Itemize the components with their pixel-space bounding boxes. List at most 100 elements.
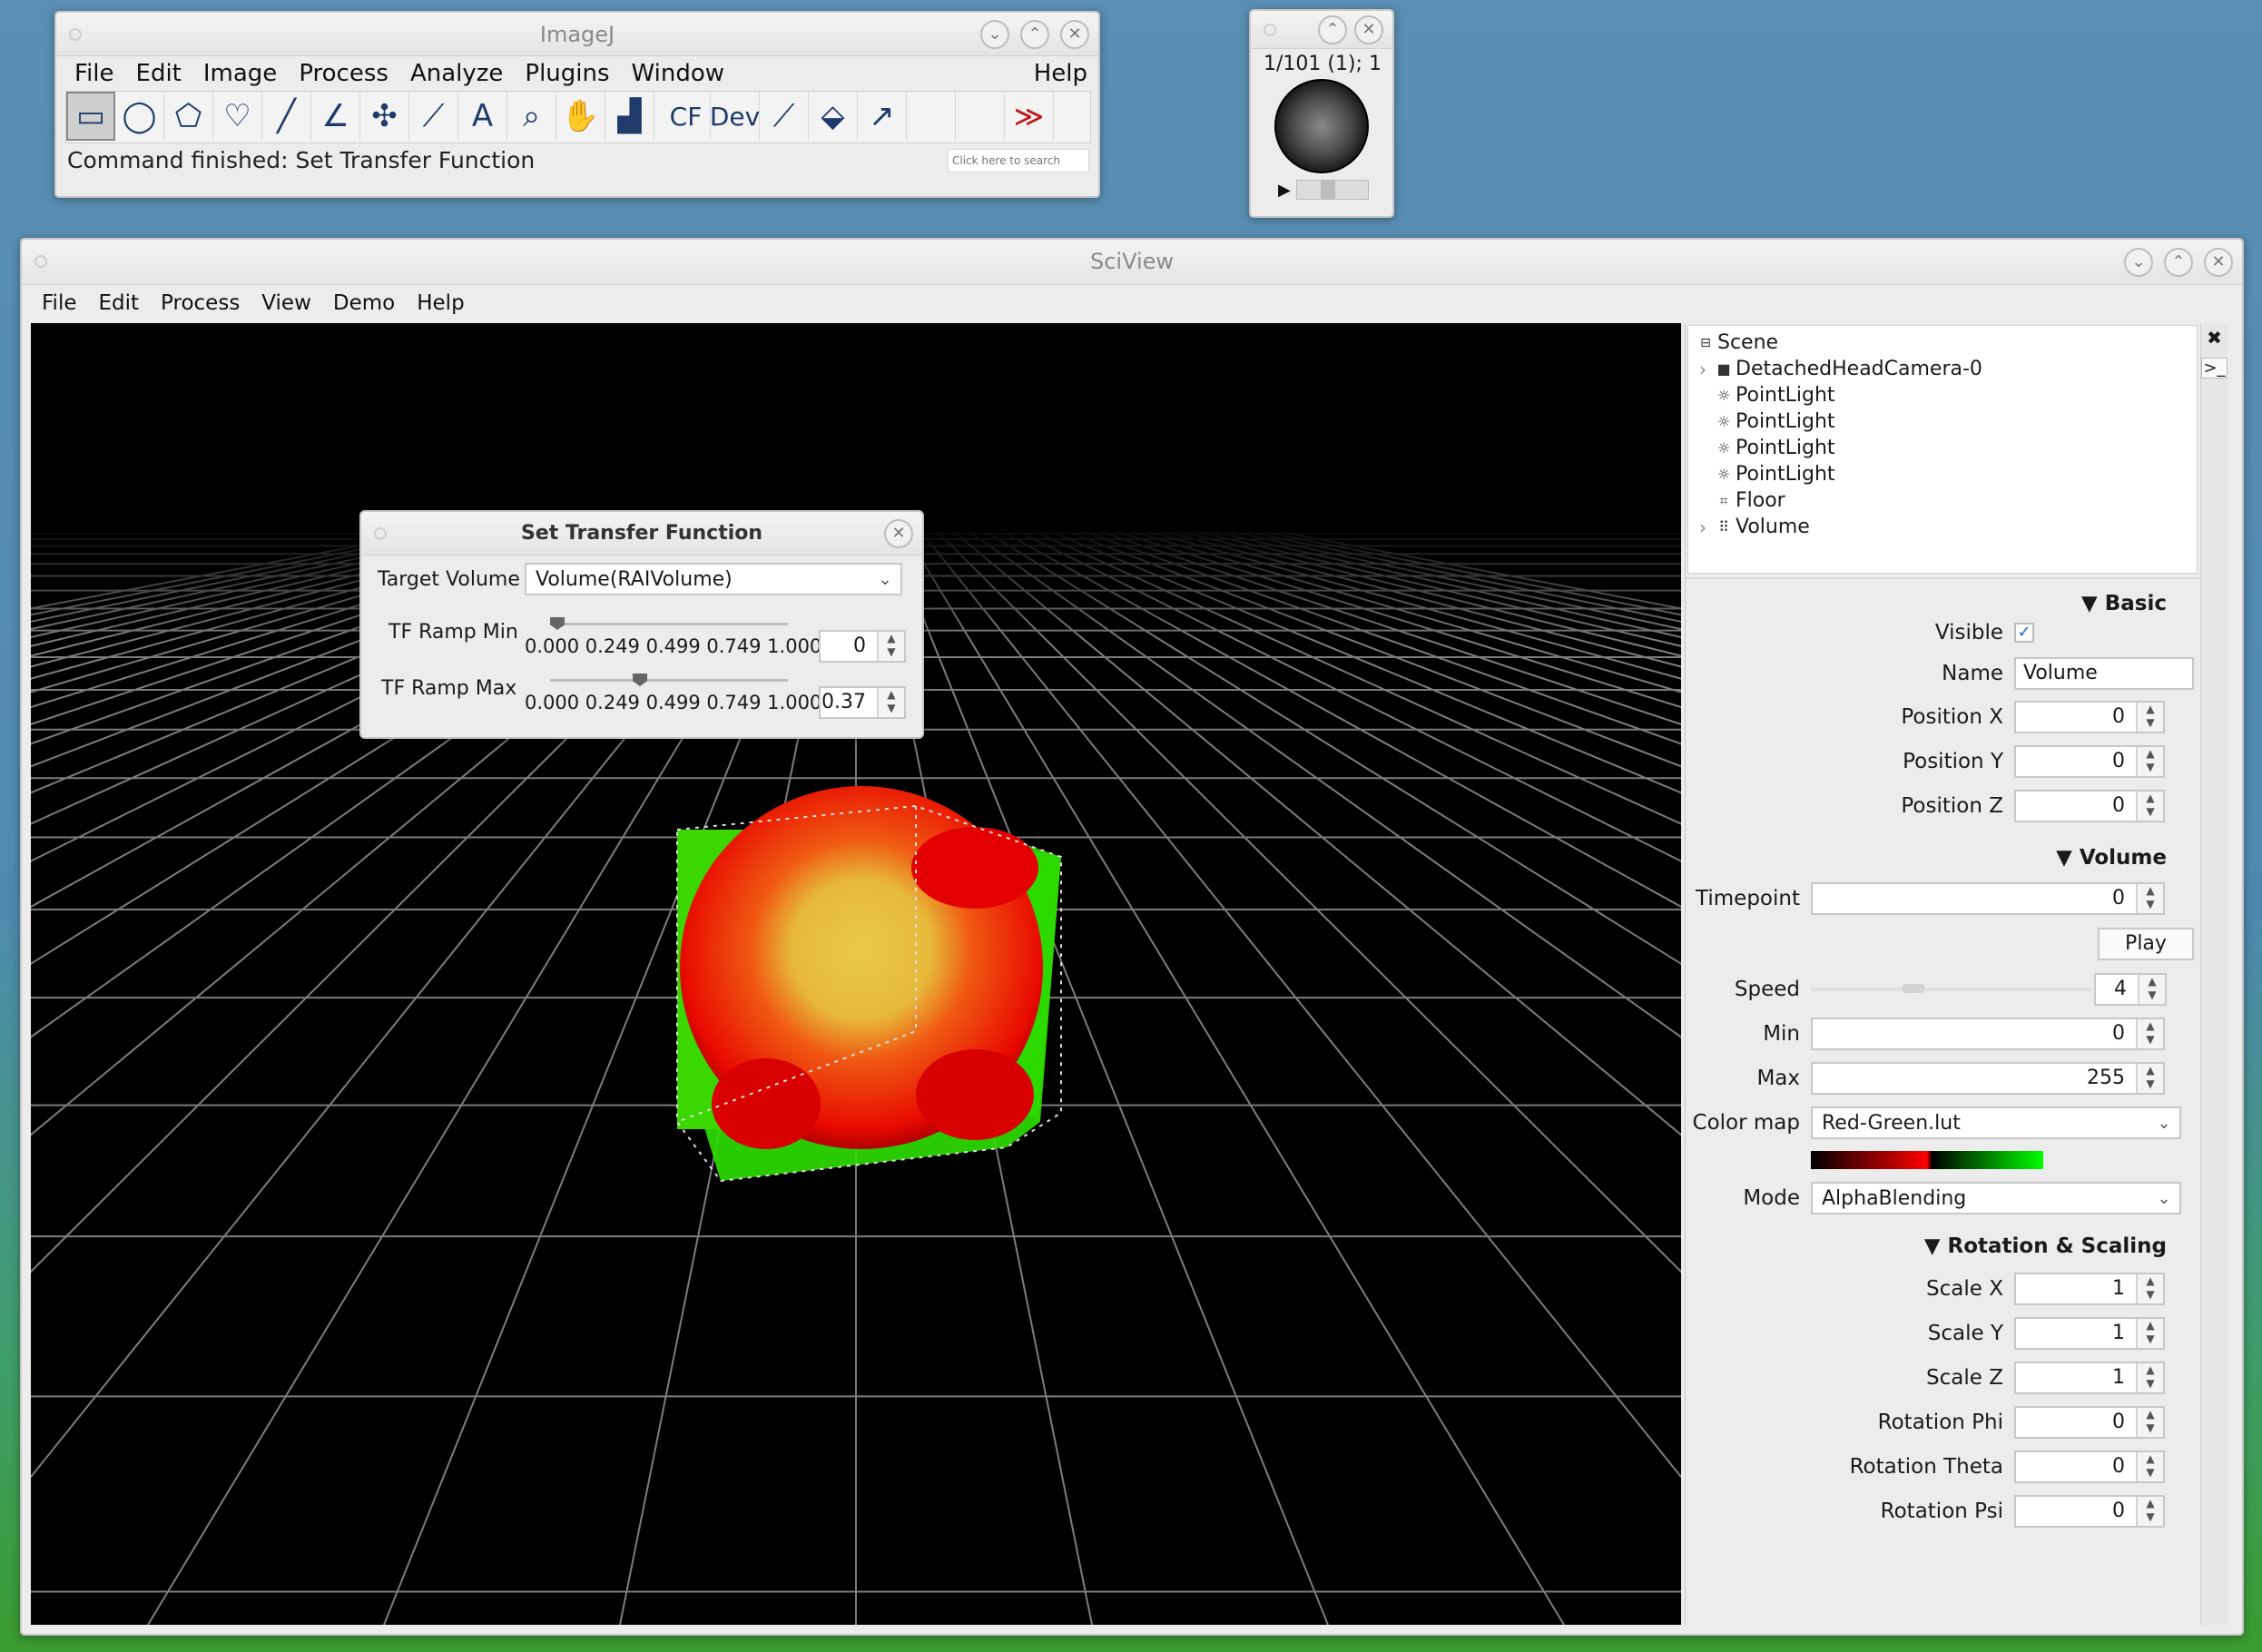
prop-spinner[interactable]: 1 ▲ ▼ [2014,1317,2165,1350]
min-value[interactable]: 0 [1813,1019,2136,1048]
expand-icon[interactable]: › [1694,516,1712,538]
imagej-search-input[interactable] [948,149,1089,172]
window-menu-dot[interactable] [1264,24,1276,36]
stack-slider[interactable]: ▶ [1278,179,1369,201]
spinner-arrows-icon[interactable]: ▲ ▼ [877,688,904,717]
tree-node[interactable]: ☼ PointLight [1694,461,2197,487]
spinner-arrows-icon[interactable]: ▲ ▼ [2136,884,2163,913]
maximize-icon[interactable]: ⌃ [1318,15,1347,44]
collapse-icon[interactable]: ⊟ [1694,336,1717,350]
play-icon[interactable]: ▶ [1278,181,1291,200]
stack-titlebar[interactable]: ⌃ ✕ [1251,11,1392,49]
max-spinner[interactable]: 255 ▲ ▼ [1811,1062,2165,1095]
spinner-arrows-icon[interactable]: ▲ ▼ [2136,703,2163,732]
spinner-arrows-icon[interactable]: ▲ ▼ [2136,1319,2163,1348]
prop-spinner[interactable]: 1 ▲ ▼ [2014,1273,2165,1305]
close-icon[interactable]: ✕ [884,519,913,548]
speed-slider[interactable] [1811,973,2092,1006]
tree-node[interactable]: ☼ PointLight [1694,382,2197,408]
spinner-arrows-icon[interactable]: ▲ ▼ [2136,1019,2163,1048]
spinner-arrows-icon[interactable]: ▲ ▼ [2136,1064,2163,1093]
menu-process[interactable]: Process [288,60,399,87]
prop-value[interactable]: 1 [2016,1363,2136,1392]
window-menu-dot[interactable] [374,527,387,540]
prop-spinner[interactable]: 0 ▲ ▼ [2014,1495,2165,1528]
prop-spinner[interactable]: 0 ▲ ▼ [2014,790,2165,822]
imagej-titlebar[interactable]: ImageJ ⌄ ⌃ ✕ [56,13,1098,56]
window-menu-dot[interactable] [34,255,47,268]
ramp-min-spinner[interactable]: 0 ▲ ▼ [819,630,906,663]
cf-tool-icon[interactable]: CF [662,92,711,141]
colormap-select[interactable]: Red-Green.lut ⌄ [1811,1106,2181,1139]
menu-help[interactable]: Help [406,291,475,315]
play-button[interactable]: Play [2098,928,2194,960]
ramp-max-value[interactable]: 0.37 [821,688,877,717]
tree-node[interactable]: › ■ DetachedHeadCamera-0 [1694,356,2197,382]
tree-node[interactable]: ☼ PointLight [1694,435,2197,461]
menu-file[interactable]: File [31,291,88,315]
color-picker-icon[interactable]: ▟ [605,92,654,141]
menu-analyze[interactable]: Analyze [399,60,514,87]
speed-spinner[interactable]: 4 ▲ ▼ [2094,973,2167,1006]
menu-plugins[interactable]: Plugins [514,60,620,87]
target-volume-select[interactable]: Volume(RAIVolume) ⌄ [525,563,902,595]
more-tools-icon[interactable]: ≫ [1005,92,1054,141]
dialog-titlebar[interactable]: Set Transfer Function ✕ [361,512,922,556]
spinner-arrows-icon[interactable]: ▲ ▼ [2138,975,2165,1004]
section-rotation-scaling[interactable]: ▼ Rotation & Scaling [1924,1234,2167,1258]
line-tool-icon[interactable]: ╱ [262,92,311,141]
brush-tool-icon[interactable]: ⟋ [760,92,809,141]
minimize-icon[interactable]: ⌄ [980,20,1009,49]
prop-spinner[interactable]: 0 ▲ ▼ [2014,701,2165,733]
spinner-arrows-icon[interactable]: ▲ ▼ [2136,792,2163,821]
speed-slider-thumb[interactable] [1902,984,1925,993]
tree-root-scene[interactable]: ⊟ Scene [1694,329,2197,356]
multipoint-tool-icon[interactable]: ✣ [360,92,409,141]
stack-image-thumbnail[interactable] [1274,79,1369,173]
prop-spinner[interactable]: 0 ▲ ▼ [2014,1450,2165,1483]
close-icon[interactable]: ✕ [1060,20,1089,49]
rectangle-select-icon[interactable]: ▭ [66,92,115,141]
spinner-arrows-icon[interactable]: ▲ ▼ [2136,1497,2163,1526]
spinner-arrows-icon[interactable]: ▲ ▼ [2136,1274,2163,1303]
console-icon[interactable]: >_ [2201,358,2228,379]
arrow-tool-icon[interactable]: ↗ [858,92,907,141]
section-volume[interactable]: ▼ Volume [2056,846,2167,870]
name-field[interactable]: Volume [2014,657,2194,690]
prop-value[interactable]: 0 [2016,703,2136,732]
ramp-min-slider[interactable] [550,617,788,630]
prop-value[interactable]: 1 [2016,1274,2136,1303]
timepoint-value[interactable]: 0 [1813,884,2136,913]
prop-value[interactable]: 0 [2016,747,2136,776]
spinner-arrows-icon[interactable]: ▲ ▼ [877,632,904,661]
menu-image[interactable]: Image [192,60,288,87]
spinner-arrows-icon[interactable]: ▲ ▼ [2136,1408,2163,1437]
maximize-icon[interactable]: ⌃ [1020,20,1049,49]
menu-edit[interactable]: Edit [88,291,151,315]
max-value[interactable]: 255 [1813,1064,2136,1093]
menu-demo[interactable]: Demo [322,291,406,315]
oval-select-icon[interactable]: ◯ [115,92,164,141]
prop-spinner[interactable]: 0 ▲ ▼ [2014,745,2165,778]
volume-cube[interactable] [676,786,1062,1183]
wand-tool-icon[interactable]: ⟋ [409,92,458,141]
empty-slot-icon[interactable] [956,92,1005,141]
ramp-max-spinner[interactable]: 0.37 ▲ ▼ [819,686,906,719]
hand-tool-icon[interactable]: ✋ [556,92,605,141]
tree-node[interactable]: ☼ PointLight [1694,408,2197,435]
prop-value[interactable]: 0 [2016,1497,2136,1526]
window-menu-dot[interactable] [69,28,82,41]
prop-value[interactable]: 0 [2016,1452,2136,1481]
magnifier-icon[interactable]: ⌕ [507,92,556,141]
text-tool-icon[interactable]: A [458,92,507,141]
visible-checkbox[interactable]: ✓ [2014,623,2034,643]
stack-slider-thumb[interactable] [1320,181,1335,199]
menu-file[interactable]: File [64,60,125,87]
polygon-select-icon[interactable]: ⬠ [164,92,213,141]
prop-value[interactable]: 1 [2016,1319,2136,1348]
minimize-icon[interactable]: ⌄ [2124,248,2153,277]
speed-value[interactable]: 4 [2096,975,2138,1004]
tree-node[interactable]: ⌗ Floor [1694,487,2197,514]
menu-help[interactable]: Help [1023,60,1098,87]
ramp-min-slider-thumb[interactable] [550,617,565,630]
